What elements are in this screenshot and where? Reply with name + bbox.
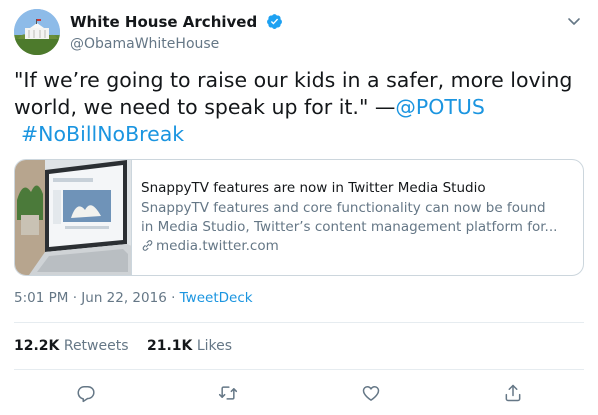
card-body: SnappyTV features are now in Twitter Med…	[141, 179, 575, 258]
meta-separator: ·	[166, 290, 180, 306]
verified-badge-icon	[266, 13, 283, 34]
link-card[interactable]: SnappyTV features are now in Twitter Med…	[14, 159, 584, 276]
meta-separator: ·	[68, 290, 82, 306]
tweet-time[interactable]: 5:01 PM	[14, 290, 68, 306]
hashtag-link[interactable]: #NoBillNoBreak	[21, 122, 184, 146]
share-icon[interactable]	[500, 380, 526, 406]
divider	[14, 369, 584, 370]
card-thumbnail	[15, 160, 132, 275]
retweets-count: 12.2K	[14, 338, 60, 354]
avatar[interactable]	[14, 9, 60, 55]
tweet-header: White House Archived @ObamaWhiteHouse	[14, 9, 584, 59]
card-domain[interactable]: media.twitter.com	[141, 237, 575, 258]
display-name[interactable]: White House Archived	[70, 12, 257, 32]
user-handle[interactable]: @ObamaWhiteHouse	[70, 34, 283, 54]
tweet-source-link[interactable]: TweetDeck	[180, 290, 253, 306]
like-icon[interactable]	[358, 380, 384, 406]
card-title[interactable]: SnappyTV features are now in Twitter Med…	[141, 179, 575, 198]
tweet-body: "If we’re going to raise our kids in a s…	[14, 68, 573, 119]
likes-count: 21.1K	[146, 338, 193, 354]
tweet-meta: 5:01 PM · Jun 22, 2016 · TweetDeck	[14, 289, 253, 308]
link-icon	[141, 239, 154, 258]
tweet-stats: 12.2K Retweets 21.1K Likes	[14, 336, 246, 356]
retweets-stat[interactable]: 12.2K Retweets	[14, 336, 129, 356]
card-description-line: in Media Studio, Twitter’s content manag…	[141, 219, 558, 235]
retweet-icon[interactable]	[215, 380, 241, 406]
likes-stat[interactable]: 21.1K Likes	[147, 336, 232, 356]
reply-icon[interactable]	[73, 380, 99, 406]
mention-link[interactable]: @POTUS	[395, 95, 485, 119]
tweet-date[interactable]: Jun 22, 2016	[81, 290, 167, 306]
action-bar	[14, 380, 584, 406]
card-domain-text: media.twitter.com	[156, 238, 279, 254]
card-description: SnappyTV features and core functionality…	[141, 199, 575, 237]
tweet-text: "If we’re going to raise our kids in a s…	[14, 67, 584, 148]
card-description-line: SnappyTV features and core functionality…	[141, 200, 546, 216]
likes-label: Likes	[196, 338, 233, 354]
retweets-label: Retweets	[63, 338, 129, 354]
divider	[14, 322, 584, 323]
chevron-down-icon[interactable]	[566, 13, 582, 29]
